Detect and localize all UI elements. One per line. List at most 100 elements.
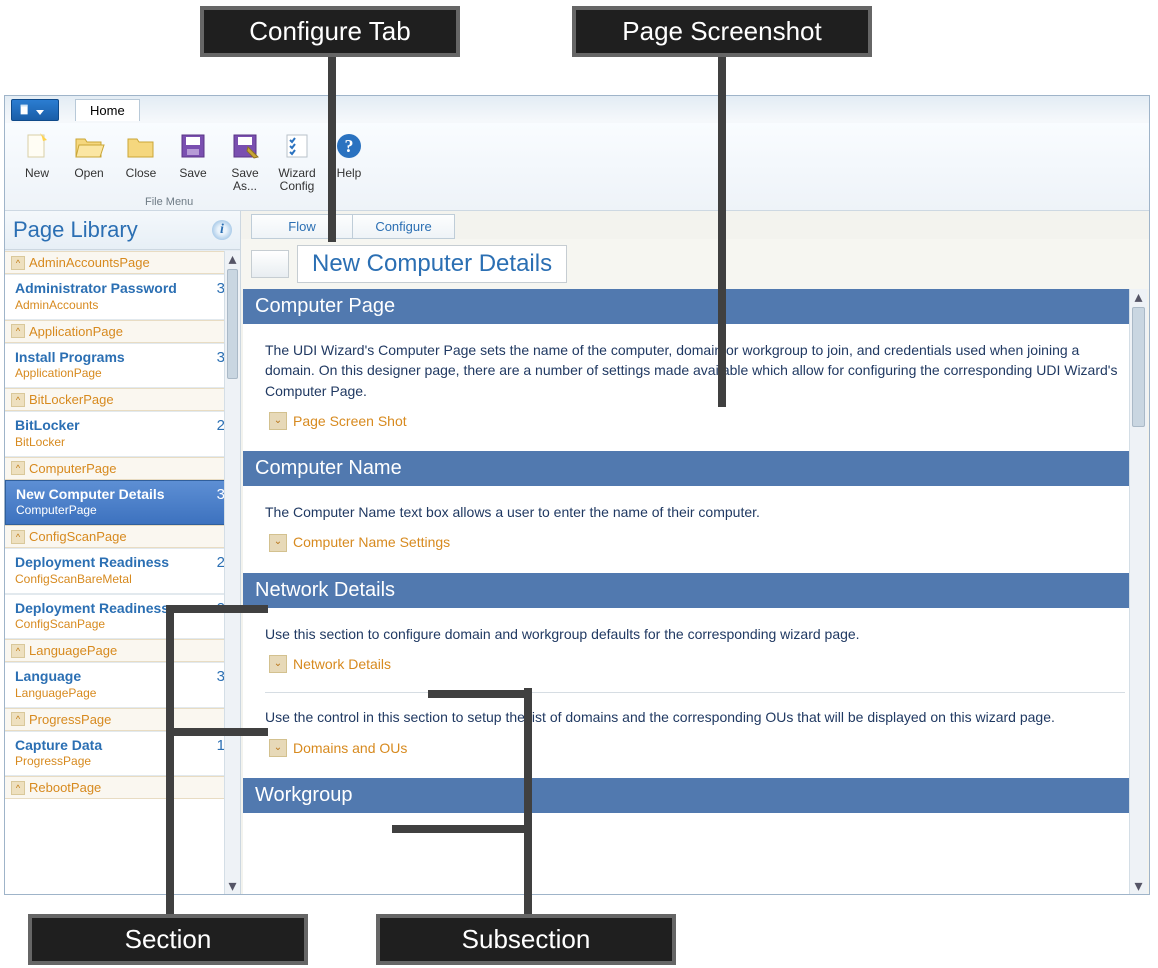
sidebar-group-header[interactable]: ^BitLockerPage [5,388,240,411]
sidebar-group-header[interactable]: ^ApplicationPage [5,320,240,343]
group-name: LanguagePage [29,643,117,658]
callout-configure-tab: Configure Tab [200,6,460,57]
help-icon: ? [332,129,366,163]
chevron-up-icon: ^ [11,712,25,726]
scroll-thumb[interactable] [1132,307,1145,427]
sidebar-item-subtitle: AdminAccounts [15,298,177,313]
sidebar-header: Page Library i [5,211,240,250]
ribbon-label: Close [115,167,167,180]
info-icon[interactable]: i [212,220,232,240]
section-header: Workgroup [243,778,1147,813]
ribbon-label: Save As... [219,167,271,193]
content-area: Flow Configure New Computer Details Comp… [241,211,1149,894]
sidebar-item[interactable]: Deployment ReadinessConfigScanPage2 [5,594,240,640]
sidebar-group-header[interactable]: ^ ComputerPage [5,457,240,480]
subsection-network-details[interactable]: ⌄ Network Details [269,654,391,674]
save-icon [176,129,210,163]
subsection-label: Page Screen Shot [293,411,407,431]
file-menu-button[interactable] [11,99,59,121]
callout-line [166,605,174,915]
ribbon-label: Wizard Config [271,167,323,193]
application-window: Home New Open Close [4,95,1150,895]
callout-line [718,52,726,407]
group-name: ComputerPage [29,461,116,476]
sidebar-item-subtitle: BitLocker [15,435,80,450]
chevron-down-icon: ⌄ [269,412,287,430]
callout-page-screenshot: Page Screenshot [572,6,872,57]
dropdown-icon [36,110,44,115]
sidebar-item-subtitle: ConfigScanPage [15,617,169,632]
callout-section: Section [28,914,308,965]
sidebar-item[interactable]: Capture DataProgressPage1 [5,731,240,777]
scroll-down-icon[interactable]: ▾ [1130,878,1147,894]
sidebar-group-header[interactable]: ^RebootPage [5,776,240,799]
chevron-up-icon: ^ [11,781,25,795]
chevron-up-icon: ^ [11,256,25,270]
sidebar-item[interactable]: Deployment ReadinessConfigScanBareMetal2 [5,548,240,594]
sidebar-title: Page Library [13,217,138,243]
subsection-computer-name-settings[interactable]: ⌄ Computer Name Settings [269,532,450,552]
ribbon-open[interactable]: Open [63,127,115,210]
page-title-row: New Computer Details [241,239,1149,289]
scroll-up-icon[interactable]: ▴ [1130,289,1147,305]
sidebar-scrollbar[interactable]: ▴ ▾ [224,251,240,894]
scroll-thumb[interactable] [227,269,238,379]
scroll-down-icon[interactable]: ▾ [225,878,240,894]
sidebar-scroll: ^AdminAccountsPageAdministrator Password… [5,250,240,894]
group-name: ProgressPage [29,712,111,727]
sidebar-item[interactable]: Install ProgramsApplicationPage3 [5,343,240,389]
saveas-icon [228,129,262,163]
callout-line [166,728,268,736]
callout-line [166,605,268,613]
sidebar-item-subtitle: ComputerPage [16,503,165,518]
section-body: Use this section to configure domain and… [243,608,1147,778]
scroll-up-icon[interactable]: ▴ [225,251,240,267]
ribbon-saveas[interactable]: Save As... [219,127,271,210]
tab-home[interactable]: Home [75,99,140,121]
sidebar-item[interactable]: LanguageLanguagePage3 [5,662,240,708]
tab-flow[interactable]: Flow [251,214,353,239]
ribbon-label: New [11,167,63,180]
callout-line [392,825,530,833]
sidebar-item[interactable]: New Computer DetailsComputerPage3 [5,480,240,526]
ribbon-group-label: File Menu [145,196,193,208]
ribbon-wizard-config[interactable]: Wizard Config [271,127,323,210]
sidebar-item-title: New Computer Details [16,486,165,504]
ribbon-new[interactable]: New [11,127,63,210]
group-name: ConfigScanPage [29,529,127,544]
sidebar-item-subtitle: ConfigScanBareMetal [15,572,169,587]
sidebar-item-subtitle: ApplicationPage [15,366,125,381]
document-icon [18,103,32,117]
subsection-page-screenshot[interactable]: ⌄ Page Screen Shot [269,411,407,431]
section-text: Use the control in this section to setup… [265,707,1125,727]
section-text: Use this section to configure domain and… [265,624,1125,644]
section-body: The Computer Name text box allows a user… [243,486,1147,573]
chevron-up-icon: ^ [11,324,25,338]
content-scrollbar[interactable]: ▴ ▾ [1129,289,1147,894]
tab-configure[interactable]: Configure [353,214,455,239]
sidebar-item-subtitle: ProgressPage [15,754,102,769]
content-scroll: Computer Page The UDI Wizard's Computer … [243,289,1147,894]
subsection-label: Computer Name Settings [293,532,450,552]
sidebar-item-title: Administrator Password [15,280,177,298]
group-name: BitLockerPage [29,392,114,407]
section-header: Network Details [243,573,1147,608]
folder-open-icon [72,129,106,163]
sidebar-group-header[interactable]: ^AdminAccountsPage [5,251,240,274]
section-text: The Computer Name text box allows a user… [265,502,1125,522]
checklist-icon [280,129,314,163]
chevron-up-icon: ^ [11,461,25,475]
ribbon-label: Save [167,167,219,180]
sidebar-item[interactable]: BitLockerBitLocker2 [5,411,240,457]
folder-close-icon [124,129,158,163]
sidebar-group-header[interactable]: ^LanguagePage [5,639,240,662]
ribbon-label: Open [63,167,115,180]
callout-line [328,52,336,242]
sidebar-group-header[interactable]: ^ConfigScanPage [5,525,240,548]
subsection-label: Domains and OUs [293,738,407,758]
subsection-domains-and-ous[interactable]: ⌄ Domains and OUs [269,738,407,758]
chevron-down-icon: ⌄ [269,534,287,552]
section-header: Computer Page [243,289,1147,324]
sidebar-item[interactable]: Administrator PasswordAdminAccounts3 [5,274,240,320]
section-text: The UDI Wizard's Computer Page sets the … [265,340,1125,401]
